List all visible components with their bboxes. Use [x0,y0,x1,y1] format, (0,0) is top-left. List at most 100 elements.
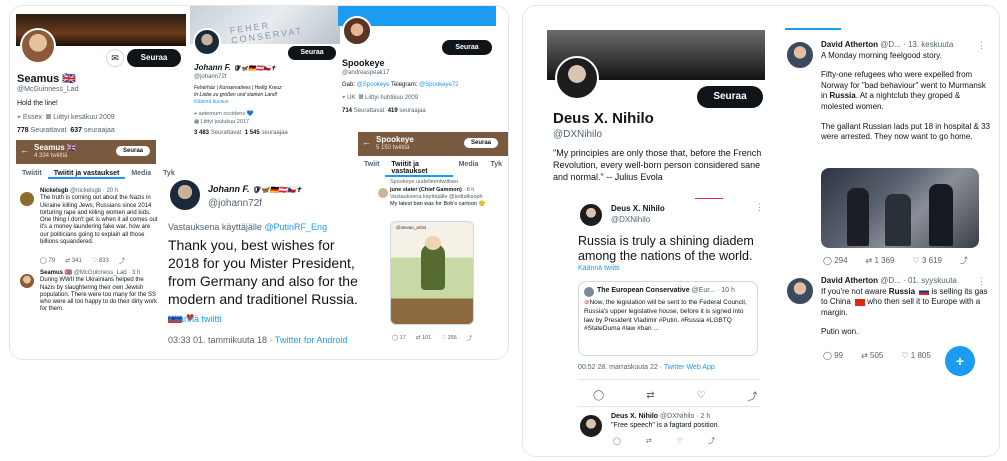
retweet-icon[interactable]: ⇄ 1 369 [866,256,895,265]
johann-banner-text: FEHER CONSERVAT [229,20,304,44]
deus-tweet-actions: ◯ ⇄ ♡ ⤴ [593,388,758,403]
johann-avatar[interactable] [193,28,221,56]
june-text: My latest ban was for Bob's cartoon 🙂 [390,201,486,207]
johann-bio-line1: Fehérház | Konservatives | Heilig Kreuz [194,85,282,91]
retweet-icon[interactable]: ⇄ 341 [65,257,82,264]
like-icon[interactable]: ♡ 833 [92,257,109,264]
bio-gab-link[interactable]: @Spookeye [357,82,390,88]
spookeye-followers-count[interactable]: 419 [388,108,398,114]
nickelsgb-tweet: Nickelsgb @nickelsgb · 20 h The truth is… [40,188,158,246]
reply-icon[interactable]: ◯ 99 [823,351,843,360]
like-icon[interactable]: ♡ [677,437,683,445]
nickelsgb-avatar[interactable] [18,190,36,208]
cartoon-image[interactable]: @stevan_artist [390,221,474,325]
share-icon[interactable]: ⤴ [467,334,473,342]
johann-translate-tweet[interactable]: Käännä twiitti [168,314,222,324]
nickelsgb-name[interactable]: Nickelsgb [40,188,68,194]
seamus-followers-count[interactable]: 637 [70,127,82,134]
seamus-avatar[interactable] [20,28,56,64]
johann-reply-line: Vastauksena käyttäjälle @PutinRF_Eng [168,222,327,232]
tab-tweets-replies[interactable]: Twiitit ja vastaukset [47,170,126,179]
tab-tweets[interactable]: Twiitit [16,170,48,179]
deus-handle: @DXNihilo [553,129,603,140]
seamus-tweet: Seamus 🇬🇧 @McGuinness_Lad · 3 h During W… [40,270,158,314]
reply-icon[interactable]: ◯ 294 [823,256,848,265]
tab-media[interactable]: Media [453,161,485,177]
deus-tweet-meta: 00:52 28. marraskuuta 22 · Twitter Web A… [578,364,715,371]
message-icon[interactable]: ✉ [106,49,124,67]
share-icon[interactable]: ⤴ [960,255,968,266]
back-arrow-icon[interactable]: ← [20,145,29,155]
reply-icon[interactable]: ◯ [613,437,621,445]
seamus-timeline-header: ← Seamus 🇬🇧 4 334 twiittiä Seuraa [16,140,156,164]
johann-translate-bio[interactable]: Käännä kuvaus [194,99,282,106]
deus-tweet-name[interactable]: Deus X. Nihilo [611,204,665,213]
reply-icon[interactable]: ◯ 79 [40,257,55,264]
johann-tweet-source[interactable]: Twitter for Android [275,335,348,345]
reply-icon[interactable]: ◯ [593,390,604,401]
deus-reply-name[interactable]: Deus X. Nihilo [611,413,658,420]
atherton-name-2[interactable]: David Atherton [821,276,878,285]
like-icon[interactable]: ♡ 1 805 [901,351,930,360]
deus-tweet-source[interactable]: Twitter Web App [664,364,715,371]
deus-reply-avatar[interactable] [578,413,604,439]
tab-media[interactable]: Media [125,170,157,179]
seamus-follow-button[interactable]: Seuraa [127,49,181,67]
spookeye-header-follow-button[interactable]: Seuraa [464,138,499,148]
share-icon[interactable]: ⤴ [119,256,125,265]
divider [695,198,723,199]
atherton-actions-1: ◯ 294 ⇄ 1 369 ♡ 3 619 ⤴ [823,255,968,266]
atherton-avatar-2[interactable] [785,276,815,306]
like-icon[interactable]: ♡ 3 619 [913,256,942,265]
deus-follow-button[interactable]: Seuraa [697,86,763,108]
compose-tweet-button[interactable]: + [945,346,975,376]
share-icon[interactable]: ⤴ [708,436,715,446]
share-icon[interactable]: ⤴ [748,388,758,403]
deus-avatar[interactable] [555,56,599,100]
johann-followers-count[interactable]: 1 545 [245,130,260,136]
back-arrow-icon[interactable]: ← [362,137,371,147]
like-icon[interactable]: ♡ 356 [441,335,457,341]
johann-flags: 🛡🦋🇩🇪🇦🇹🇨🇿✝ [233,66,276,72]
seamus-tweet-name[interactable]: Seamus 🇬🇧 [40,270,72,276]
spookeye-follow-button[interactable]: Seuraa [442,40,492,55]
quoted-tweet[interactable]: The European Conservative @Eur... · 10 h… [578,281,758,356]
seamus-header-follow-button[interactable]: Seuraa [116,146,151,156]
retweet-icon[interactable]: ⇄ [646,437,652,445]
deus-translate-tweet[interactable]: Käännä twiitti [578,265,620,272]
like-icon[interactable]: ♡ [697,390,706,401]
atherton-avatar[interactable] [785,40,815,70]
johann-tweet-name-text[interactable]: Johann F. [208,184,250,194]
seamus-meta: ⌖ Essex ▦ Liittyi kesäkuu 2009 [17,114,115,122]
retweet-count: 341 [71,258,82,264]
atherton-photo[interactable] [821,168,979,248]
seamus-following-label: Seurattavat [30,127,67,134]
seamus-small-avatar[interactable] [18,272,36,290]
atherton-more-icon-1[interactable]: ⋮ [977,40,986,51]
june-name[interactable]: june slater (Chief Gammon) [390,187,462,193]
johann-tweet-handle: @johann72f [208,198,263,209]
tab-likes[interactable]: Tyk [157,170,181,179]
johann-following-count[interactable]: 3 483 [194,130,209,136]
atherton-name[interactable]: David Atherton [821,40,878,49]
tab-likes[interactable]: Tyk [484,161,508,177]
june-avatar[interactable] [376,186,390,200]
reply-icon[interactable]: ◯ 17 [392,335,406,341]
deus-tweet-avatar[interactable] [578,202,604,228]
bio-telegram-link[interactable]: @Spookeye72 [419,82,458,88]
tab-tweets[interactable]: Twiit [358,161,385,177]
retweet-icon[interactable]: ⇄ [646,390,654,401]
spookeye-following-count[interactable]: 714 [342,108,352,114]
johann-tweet-avatar[interactable] [168,178,202,212]
spookeye-avatar[interactable] [342,16,372,46]
atherton-more-icon-2[interactable]: ⋮ [977,276,986,287]
reply-handle-link[interactable]: @PutinRF_Eng [264,222,327,232]
seamus-counts: 778 Seurattavat 637 seuraajaa [17,127,115,134]
tab-tweets-replies[interactable]: Twiitit ja vastaukset [385,161,453,177]
more-icon[interactable]: ⋮ [755,202,764,213]
retweet-icon[interactable]: ⇄ 505 [861,351,883,360]
johann-follow-button[interactable]: Seuraa [288,46,336,60]
cartoon-figure [421,244,445,290]
seamus-following-count[interactable]: 778 [17,127,29,134]
retweet-icon[interactable]: ⇄ 101 [416,335,431,341]
